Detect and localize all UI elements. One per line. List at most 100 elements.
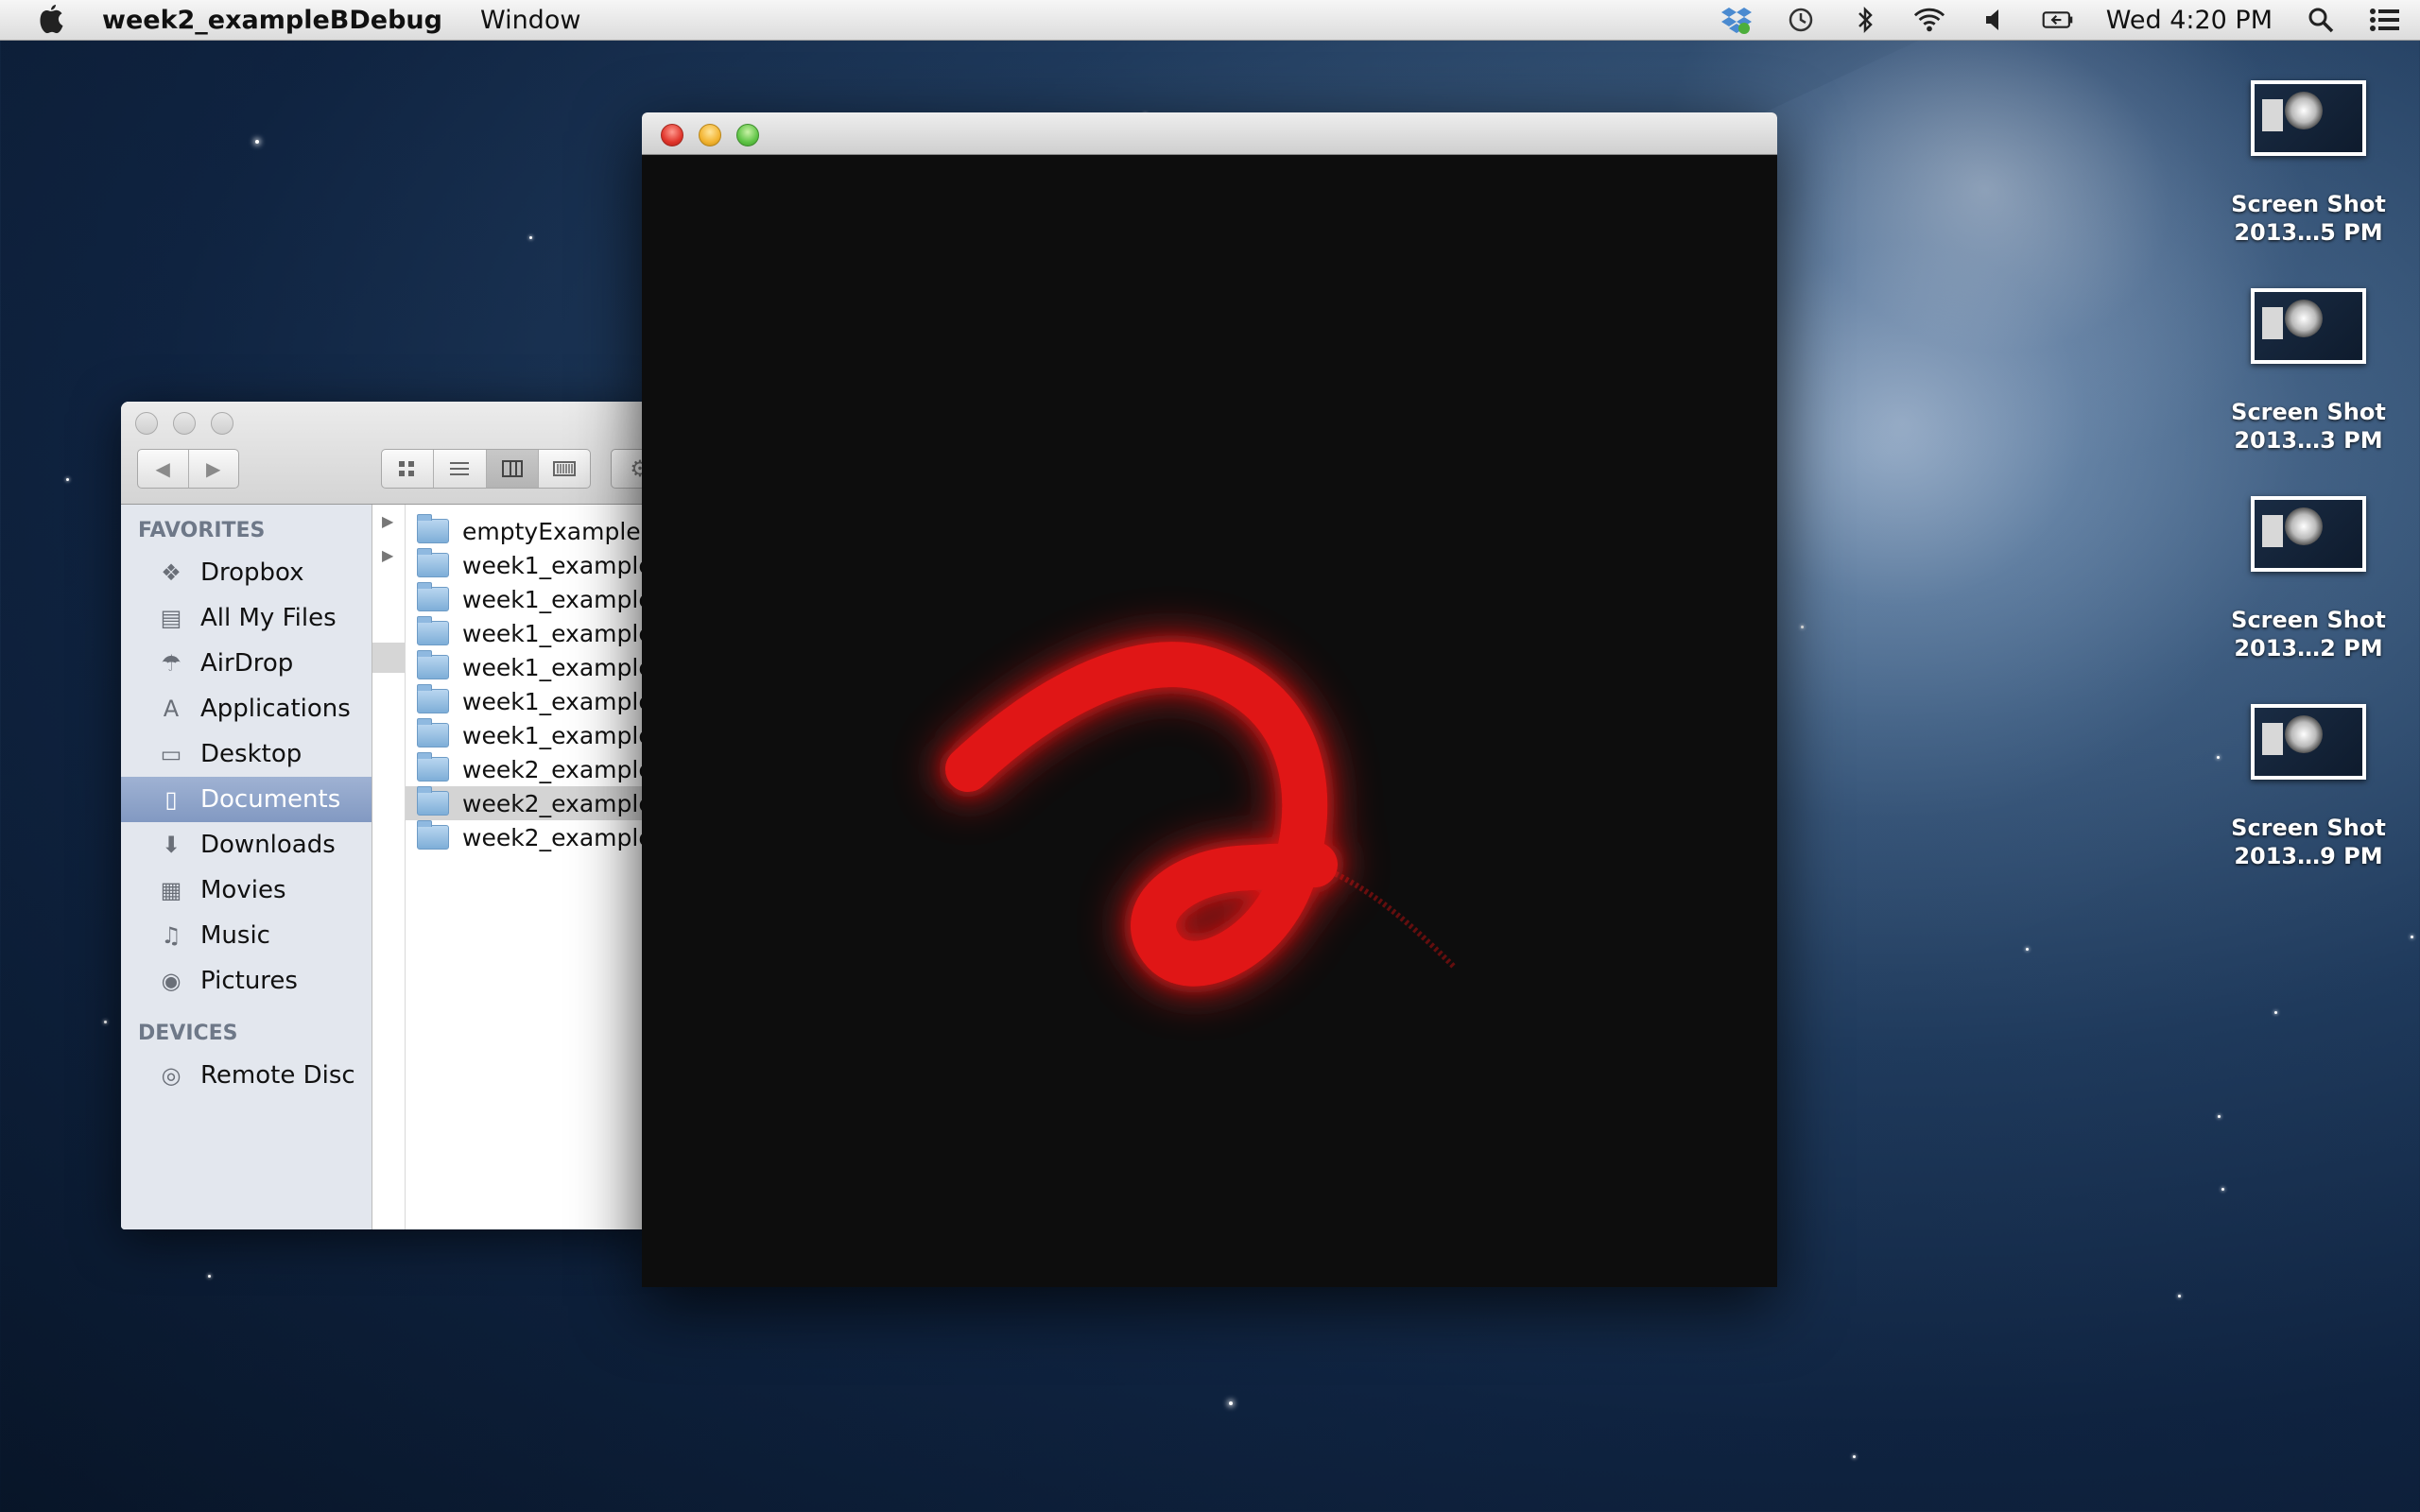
time-machine-icon[interactable]	[1785, 6, 1817, 34]
downloads-icon: ⬇	[161, 832, 182, 858]
app-titlebar[interactable]	[642, 112, 1777, 155]
desktop-file-screenshot[interactable]: Screen Shot 2013…3 PM	[2223, 288, 2394, 455]
desktop-file-label-line2: 2013…5 PM	[2234, 219, 2383, 246]
file-row[interactable]: week2_exampleC	[406, 820, 650, 854]
file-row[interactable]: emptyExample	[406, 514, 650, 548]
desktop-file-screenshot[interactable]: Screen Shot 2013…9 PM	[2223, 704, 2394, 870]
sidebar-item-pictures[interactable]: ◉ Pictures	[121, 958, 372, 1004]
file-row[interactable]: week1_exampleE	[406, 684, 650, 718]
desktop-file-label-line1: Screen Shot	[2231, 399, 2386, 425]
file-row[interactable]: week2_exampleA	[406, 752, 650, 786]
sidebar-item-all-files[interactable]: ▤ All My Files	[121, 595, 372, 641]
desktop-file-screenshot[interactable]: Screen Shot 2013…5 PM	[2223, 80, 2394, 247]
column-view-icon[interactable]	[486, 450, 539, 488]
dropbox-icon: ❖	[161, 559, 182, 586]
sidebar-item-label: AirDrop	[200, 649, 294, 678]
file-row[interactable]: week1_exampleB	[406, 582, 650, 616]
desktop-file-label: Screen Shot 2013…5 PM	[2223, 190, 2394, 247]
sidebar-item-label: Dropbox	[200, 558, 304, 587]
sidebar-item-label: Applications	[200, 695, 351, 723]
desktop-file-label: Screen Shot 2013…9 PM	[2223, 814, 2394, 870]
bluetooth-icon[interactable]	[1849, 6, 1881, 34]
apple-menu-icon[interactable]	[34, 3, 68, 37]
sidebar-item-movies[interactable]: ▦ Movies	[121, 868, 372, 913]
file-name: week1_exampleA	[462, 551, 650, 579]
folder-icon	[417, 820, 449, 850]
applications-icon: A	[163, 696, 180, 722]
sidebar-item-downloads[interactable]: ⬇ Downloads	[121, 822, 372, 868]
sidebar-item-dropbox[interactable]: ❖ Dropbox	[121, 550, 372, 595]
sidebar-item-documents[interactable]: ▯ Documents	[121, 777, 372, 822]
file-row[interactable]: week2_exampleB	[406, 786, 650, 820]
folder-icon	[417, 616, 449, 645]
finder-minimize-button[interactable]	[173, 412, 196, 435]
music-icon: ♫	[161, 922, 182, 949]
sidebar-item-desktop[interactable]: ▭ Desktop	[121, 731, 372, 777]
sidebar-item-applications[interactable]: A Applications	[121, 686, 372, 731]
sidebar-item-label: Downloads	[200, 831, 336, 859]
spotlight-search-icon[interactable]	[2305, 6, 2337, 34]
menubar-clock[interactable]: Wed 4:20 PM	[2106, 6, 2273, 35]
menu-window[interactable]: Window	[480, 6, 580, 35]
render-canvas[interactable]	[642, 155, 1777, 1287]
menu-app-name[interactable]: week2_exampleBDebug	[102, 6, 442, 35]
file-row[interactable]: week1_exampleA	[406, 548, 650, 582]
back-arrow-icon[interactable]: ◀	[138, 450, 189, 488]
app-window	[642, 112, 1777, 1287]
movies-icon: ▦	[160, 877, 182, 903]
file-name: week1_exampleF	[462, 721, 650, 749]
file-row[interactable]: week1_exampleF	[406, 718, 650, 752]
desktop-file-label: Screen Shot 2013…2 PM	[2223, 606, 2394, 662]
sidebar-item-remote-disc[interactable]: ◎ Remote Disc	[121, 1053, 372, 1098]
folder-icon	[417, 650, 449, 679]
finder-close-button[interactable]	[135, 412, 158, 435]
finder-zoom-button[interactable]	[211, 412, 233, 435]
desktop-file-screenshot[interactable]: Screen Shot 2013…2 PM	[2223, 496, 2394, 662]
menu-bar: week2_exampleBDebug Window Wed 4:20 PM	[0, 0, 2420, 41]
favorites-header: FAVORITES	[138, 519, 266, 542]
volume-icon[interactable]	[1978, 6, 2010, 34]
finder-nav-buttons: ◀ ▶	[137, 449, 239, 489]
sidebar-item-label: Movies	[200, 876, 286, 904]
sidebar-item-music[interactable]: ♫ Music	[121, 913, 372, 958]
file-row[interactable]: week1_exampleC	[406, 616, 650, 650]
wifi-icon[interactable]	[1913, 6, 1945, 34]
forward-arrow-icon[interactable]: ▶	[189, 450, 239, 488]
sidebar-item-label: Documents	[200, 785, 341, 814]
file-name: week1_exampleE	[462, 687, 650, 715]
sidebar-item-airdrop[interactable]: ☂ AirDrop	[121, 641, 372, 686]
coverflow-view-icon[interactable]	[539, 450, 590, 488]
brush-stroke	[945, 642, 1338, 987]
sidebar-item-label: All My Files	[200, 604, 337, 632]
all-files-icon: ▤	[160, 605, 182, 631]
folder-icon	[417, 684, 449, 713]
list-view-icon[interactable]	[434, 450, 487, 488]
finder-parent-column: ▶ ▶	[372, 505, 406, 1229]
zoom-button[interactable]	[736, 124, 759, 146]
sidebar-item-label: Remote Disc	[200, 1061, 355, 1090]
file-name: week1_exampleB	[462, 585, 650, 613]
menu-extras: Wed 4:20 PM	[1720, 0, 2401, 40]
battery-icon[interactable]	[2042, 6, 2074, 34]
desktop-file-label-line2: 2013…2 PM	[2234, 635, 2383, 662]
screenshot-thumbnail-icon	[2251, 288, 2366, 364]
finder-file-column: emptyExample week1_exampleA week1_exampleB…	[406, 505, 650, 1229]
folder-icon	[417, 514, 449, 543]
disclosure-triangle-icon[interactable]: ▶	[382, 546, 393, 564]
minimize-button[interactable]	[699, 124, 721, 146]
sidebar-item-label: Pictures	[200, 967, 298, 995]
dropbox-status-icon[interactable]	[1720, 6, 1753, 34]
folder-icon	[417, 548, 449, 577]
icon-view-icon[interactable]	[382, 450, 435, 488]
desktop-file-label-line2: 2013…9 PM	[2234, 843, 2383, 869]
file-row[interactable]: week1_exampleD	[406, 650, 650, 684]
pictures-icon: ◉	[161, 968, 182, 994]
close-button[interactable]	[661, 124, 683, 146]
desktop-file-label-line1: Screen Shot	[2231, 815, 2386, 841]
file-name: week1_exampleD	[462, 653, 650, 681]
folder-icon	[417, 582, 449, 611]
disclosure-triangle-icon[interactable]: ▶	[382, 512, 393, 530]
folder-icon	[417, 718, 449, 747]
notification-center-icon[interactable]	[2369, 6, 2401, 34]
sidebar-item-label: Desktop	[200, 740, 302, 768]
